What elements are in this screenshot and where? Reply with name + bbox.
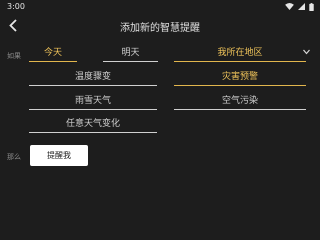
wifi-icon [285, 3, 294, 10]
option-label: 任意天气变化 [65, 119, 120, 129]
navigation-bar [0, 192, 320, 206]
signal-icon [298, 3, 305, 10]
option-rain-snow[interactable]: 雨雪天气 [29, 95, 157, 110]
chevron-down-icon[interactable] [303, 49, 310, 55]
option-label: 雨雪天气 [74, 96, 111, 106]
option-temperature-change[interactable]: 温度骤变 [29, 71, 157, 86]
option-label: 今天 [43, 48, 62, 58]
option-my-region[interactable]: 我所在地区 [174, 47, 306, 62]
option-any-weather-change[interactable]: 任意天气变化 [29, 118, 157, 133]
remind-me-button[interactable]: 提醒我 [30, 145, 88, 166]
status-time: 3:00 [7, 2, 25, 11]
status-bar: 3:00 [0, 0, 320, 14]
screen: 3:00 添加新的智慧提醒 如果 今天 明天 我所在地区 温度骤变 灾害预警 雨… [0, 0, 320, 206]
if-label: 如果 [7, 52, 21, 60]
then-label: 那么 [7, 153, 21, 161]
battery-icon [309, 2, 314, 11]
page-title: 添加新的智慧提醒 [120, 23, 200, 34]
option-today[interactable]: 今天 [29, 47, 77, 62]
option-label: 明天 [121, 48, 140, 58]
option-label: 我所在地区 [217, 48, 263, 58]
status-icons [285, 2, 314, 11]
option-air-pollution[interactable]: 空气污染 [174, 95, 306, 110]
option-label: 空气污染 [221, 96, 258, 106]
header: 添加新的智慧提醒 [0, 14, 320, 36]
option-label: 温度骤变 [74, 72, 111, 82]
option-disaster-warning[interactable]: 灾害预警 [174, 71, 306, 86]
option-label: 灾害预警 [221, 72, 258, 82]
option-tomorrow[interactable]: 明天 [103, 47, 158, 62]
